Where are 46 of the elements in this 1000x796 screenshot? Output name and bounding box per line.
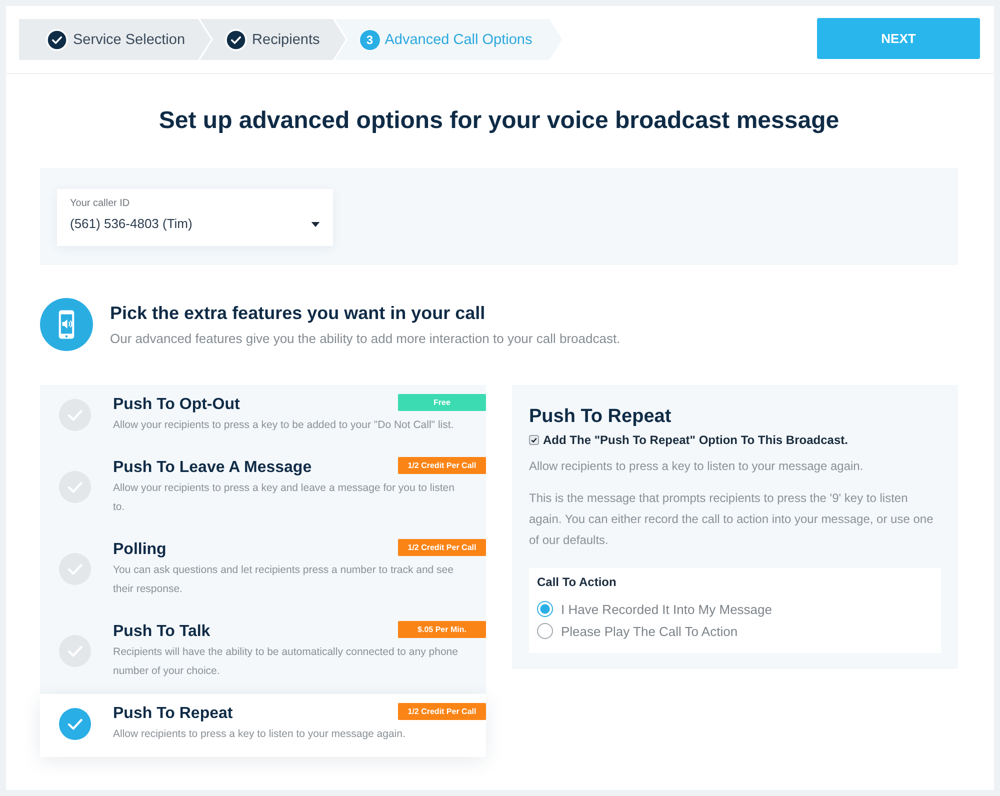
- feature-title: Push To Opt-Out: [113, 395, 240, 415]
- detail-title: Push To Repeat: [529, 406, 672, 428]
- selected-value: (561) 536-4803 (Tim): [70, 215, 192, 233]
- feature-option[interactable]: Push To Opt-Out Free Allow your recipients to press a key to be added to your "Do Not Call" list.: [40, 385, 486, 448]
- radio-button[interactable]: [537, 623, 553, 639]
- feature-description: Allow your recipients to press a key to be added to your "Do Not Call" list.: [113, 418, 455, 433]
- field-label: Your caller ID: [70, 198, 130, 210]
- wizard-step[interactable]: Recipients: [200, 19, 346, 60]
- caller-id-dropdown[interactable]: Your caller ID (561) 536-4803 (Tim): [57, 189, 333, 246]
- feature-description: Allow your recipients to press a key and leave a message for you to listen to.: [113, 481, 456, 515]
- feature-title: Push To Leave A Message: [113, 458, 312, 478]
- step-number: 3: [360, 30, 380, 50]
- checkbox-label: Add The "Push To Repeat" Option To This Broadcast.: [543, 432, 848, 448]
- checkbox[interactable]: [529, 435, 539, 445]
- feature-option[interactable]: Push To Leave A Message 1/2 Credit Per Call Allow your recipients to press a key and leave a message for you to listen to.: [40, 448, 486, 530]
- check-circle-icon: [59, 471, 91, 503]
- caret-icon: [311, 222, 320, 226]
- price-tag: 1/2 Credit Per Call: [398, 457, 486, 474]
- radio-button[interactable]: [537, 601, 553, 617]
- feature-title: Polling: [113, 540, 166, 560]
- check-circle-icon: [59, 553, 91, 585]
- radio-label: I Have Recorded It Into My Message: [561, 602, 772, 616]
- detail-description: Allow recipients to press a key to listen to your message again.: [529, 458, 864, 475]
- check-circle-icon: [59, 635, 91, 667]
- feature-title: Push To Talk: [113, 622, 210, 642]
- detail-note: This is the message that prompts recipients to press the '9' key to listen again. You can either record the call to action into your message, or use one of our defaults.: [529, 490, 934, 549]
- wizard-step[interactable]: Service Selection: [19, 19, 212, 60]
- price-tag: 1/2 Credit Per Call: [398, 703, 486, 720]
- check-circle-icon: [59, 708, 91, 740]
- section-subtitle: Our advanced features give you the ability to add more interaction to your call broadcast.: [110, 330, 620, 348]
- feature-option[interactable]: Push To Repeat 1/2 Credit Per Call Allow recipients to press a key to listen to your message again.: [40, 694, 486, 757]
- feature-description: Allow recipients to press a key to listen to your message again.: [113, 727, 406, 742]
- feature-option[interactable]: Push To Talk $.05 Per Min. Recipients will have the ability to be automatically connected to any phone number of your choice.: [40, 612, 486, 694]
- page-title: Set up advanced options for your voice broadcast message: [158, 106, 840, 136]
- radio-label: Please Play The Call To Action: [561, 624, 738, 638]
- section-title: Pick the extra features you want in your call: [110, 302, 486, 324]
- phone-speaker-icon: [40, 298, 93, 351]
- feature-title: Push To Repeat: [113, 704, 233, 724]
- price-tag: $.05 Per Min.: [398, 621, 486, 638]
- price-tag: 1/2 Credit Per Call: [398, 539, 486, 556]
- check-circle-icon: [59, 398, 91, 430]
- feature-option[interactable]: Polling 1/2 Credit Per Call You can ask questions and let recipients press a number to track and see their response.: [40, 530, 486, 612]
- call-to-action-title: Call To Action: [537, 574, 618, 590]
- price-tag: Free: [398, 394, 486, 411]
- feature-description: Recipients will have the ability to be automatically connected to any phone number of your choice.: [113, 645, 459, 679]
- feature-description: You can ask questions and let recipients press a number to track and see their response.: [113, 563, 454, 597]
